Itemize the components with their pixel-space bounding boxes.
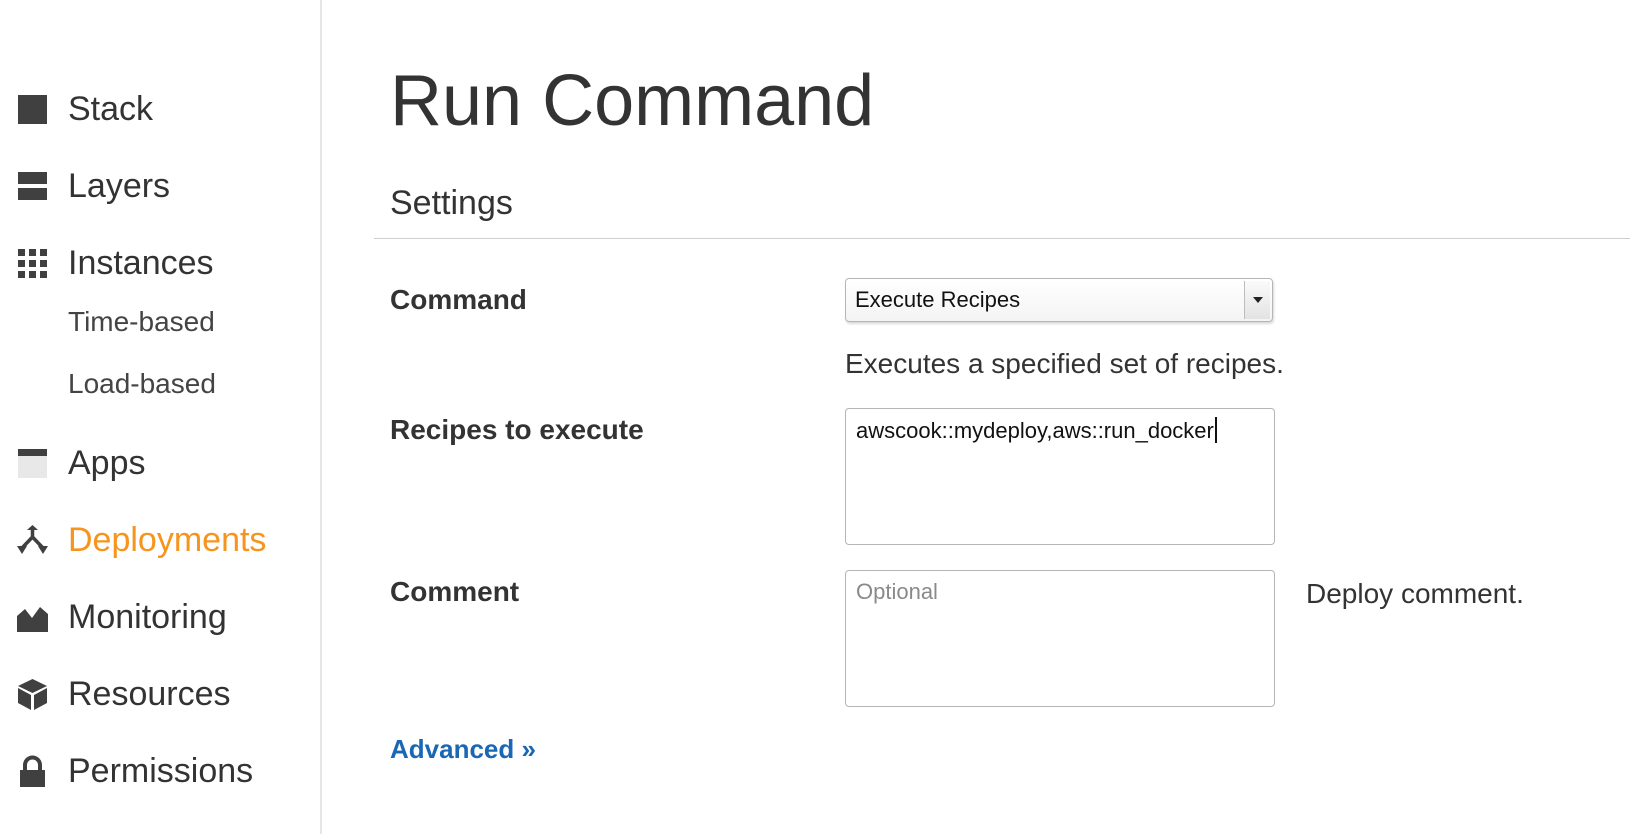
- monitoring-icon: [16, 601, 49, 634]
- recipes-textarea[interactable]: awscook::mydeploy,aws::run_docker: [845, 408, 1275, 545]
- section-title: Settings: [390, 184, 513, 222]
- comment-placeholder: Optional: [856, 579, 938, 604]
- comment-help-text: Deploy comment.: [1306, 578, 1524, 609]
- command-select[interactable]: Execute Recipes: [845, 278, 1273, 322]
- page-title: Run Command: [390, 61, 875, 141]
- main-content: Run Command Settings Command Execute Rec…: [322, 0, 1630, 834]
- sidebar-item-label: Resources: [68, 674, 231, 713]
- resources-icon: [16, 678, 49, 711]
- recipes-label: Recipes to execute: [390, 414, 644, 445]
- sidebar-item-label: Apps: [68, 443, 146, 482]
- stack-icon: [16, 93, 49, 126]
- layers-icon: [16, 170, 49, 203]
- sidebar-item-resources[interactable]: Resources: [0, 668, 320, 720]
- sidebar-item-instances[interactable]: Instances: [0, 237, 320, 289]
- advanced-link[interactable]: Advanced »: [390, 734, 536, 765]
- recipes-value: awscook::mydeploy,aws::run_docker: [856, 417, 1217, 444]
- instances-icon: [16, 247, 49, 280]
- sidebar-item-apps[interactable]: Apps: [0, 437, 320, 489]
- sidebar-subitem-time-based[interactable]: Time-based: [68, 306, 215, 338]
- sidebar-subitem-load-based[interactable]: Load-based: [68, 368, 216, 400]
- sidebar-item-label: Monitoring: [68, 597, 227, 636]
- deployments-icon: [16, 524, 49, 557]
- sidebar-item-layers[interactable]: Layers: [0, 160, 320, 212]
- command-label: Command: [390, 284, 527, 315]
- lock-icon: [16, 755, 49, 788]
- sidebar-item-label: Instances: [68, 243, 214, 282]
- sidebar-item-label: Stack: [68, 89, 154, 128]
- sidebar: Stack Layers Instances Time-based Load-b…: [0, 0, 322, 834]
- command-select-value: Execute Recipes: [855, 287, 1021, 312]
- chevron-down-icon[interactable]: [1244, 281, 1270, 319]
- section-divider: [374, 238, 1630, 239]
- sidebar-item-deployments[interactable]: Deployments: [0, 514, 320, 566]
- text-caret: [1214, 417, 1217, 443]
- recipes-value-text: awscook::mydeploy,aws::run_docker: [856, 418, 1214, 443]
- comment-textarea[interactable]: Optional: [845, 570, 1275, 707]
- command-help-text: Executes a specified set of recipes.: [845, 348, 1284, 379]
- sidebar-item-label: Layers: [68, 166, 171, 205]
- sidebar-item-label: Permissions: [68, 751, 254, 790]
- comment-label: Comment: [390, 576, 520, 607]
- apps-icon: [16, 447, 49, 480]
- sidebar-item-monitoring[interactable]: Monitoring: [0, 591, 320, 643]
- sidebar-item-stack[interactable]: Stack: [0, 83, 320, 135]
- sidebar-item-permissions[interactable]: Permissions: [0, 745, 320, 797]
- sidebar-item-label: Deployments: [68, 520, 267, 559]
